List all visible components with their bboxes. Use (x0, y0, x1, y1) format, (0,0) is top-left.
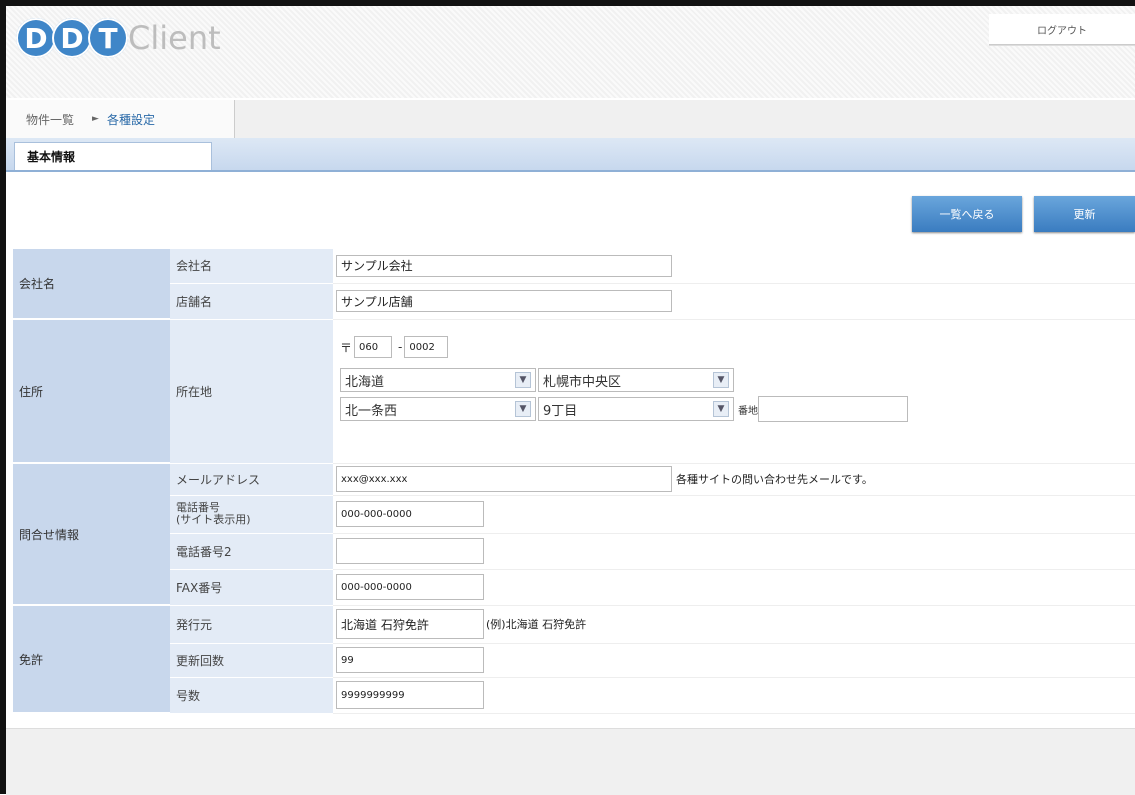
email-label: メールアドレス (170, 463, 333, 496)
issuer-cell: 北海道 石狩免許 (例)北海道 石狩免許 (333, 605, 1135, 644)
postal-code-2-input[interactable]: 0002 (404, 336, 449, 358)
fax-cell: 000-000-0000 (333, 569, 1135, 606)
tab-basic-info[interactable]: 基本情報 (14, 142, 212, 170)
section-contact-label: 問合せ情報 (13, 463, 170, 606)
pref-city-row: 北海道 ▼ 札幌市中央区 ▼ (340, 368, 1135, 392)
store-name-label: 店舗名 (170, 283, 333, 320)
issuer-label: 発行元 (170, 605, 333, 644)
phone-site-label: 電話番号 (サイト表示用) (170, 495, 333, 534)
section-address-label: 住所 (13, 319, 170, 464)
logo-letter-d2: D (52, 18, 92, 58)
company-name-input[interactable]: サンプル会社 (336, 254, 672, 277)
company-name-cell: サンプル会社 (333, 249, 1135, 284)
company-name-label: 会社名 (170, 249, 333, 284)
renewal-count-cell: 99 (333, 643, 1135, 678)
phone-site-input[interactable]: 000-000-0000 (336, 501, 484, 527)
town-value: 北一条西 (345, 403, 398, 419)
town-row: 北一条西 ▼ 9丁目 ▼ 番地 (340, 396, 1135, 422)
phone2-label: 電話番号2 (170, 533, 333, 570)
email-input[interactable]: xxx@xxx.xxx (336, 466, 672, 492)
phone2-cell (333, 533, 1135, 570)
breadcrumb-property-list[interactable]: 物件一覧 (26, 111, 74, 128)
prefecture-select[interactable]: 北海道 ▼ (340, 368, 536, 392)
license-number-label: 号数 (170, 677, 333, 714)
update-button[interactable]: 更新 (1034, 196, 1135, 232)
issuer-input[interactable]: 北海道 石狩免許 (336, 609, 484, 639)
logo-letter-t: T (88, 18, 128, 58)
postal-separator: - (398, 340, 403, 354)
footer (6, 728, 1135, 795)
breadcrumb-settings[interactable]: 各種設定 (107, 111, 155, 128)
store-name-cell: サンプル店舗 (333, 283, 1135, 320)
banchi-label: 番地 (738, 405, 758, 417)
breadcrumb: 物件一覧 ► 各種設定 (6, 100, 235, 138)
logout-button[interactable]: ログアウト (989, 14, 1135, 45)
breadcrumb-arrow-icon: ► (92, 114, 99, 124)
app-logo[interactable]: D D T Client (16, 18, 221, 58)
tab-bar: 基本情報 (6, 138, 1135, 172)
location-label: 所在地 (170, 319, 333, 464)
phone-site-label-line2: (サイト表示用) (176, 513, 251, 526)
settings-form: 会社名 会社名 サンプル会社 店舗名 サンプル店舗 住所 所在地 〒 060 -… (13, 249, 1135, 714)
chome-value: 9丁目 (543, 403, 578, 419)
chevron-down-icon: ▼ (713, 401, 729, 417)
app-header: D D T Client ログアウト (6, 6, 1135, 98)
store-name-input[interactable]: サンプル店舗 (336, 290, 672, 312)
postal-code-1-input[interactable]: 060 (354, 336, 393, 358)
email-cell: xxx@xxx.xxx 各種サイトの問い合わせ先メールです。 (333, 463, 1135, 496)
fax-input[interactable]: 000-000-0000 (336, 574, 484, 600)
back-to-list-button[interactable]: 一覧へ戻る (912, 196, 1022, 232)
chevron-down-icon: ▼ (713, 372, 729, 388)
section-license-label: 免許 (13, 605, 170, 714)
logo-client-text: Client (128, 19, 221, 57)
renewal-count-input[interactable]: 99 (336, 647, 484, 673)
chome-select[interactable]: 9丁目 ▼ (538, 397, 734, 421)
issuer-example-note: (例)北海道 石狩免許 (486, 618, 587, 631)
phone2-input[interactable] (336, 538, 484, 564)
prefecture-value: 北海道 (345, 374, 385, 390)
chevron-down-icon: ▼ (515, 372, 531, 388)
license-number-cell: 9999999999 (333, 677, 1135, 714)
town-select[interactable]: 北一条西 ▼ (340, 397, 536, 421)
postal-mark: 〒 (340, 340, 353, 355)
renewal-count-label: 更新回数 (170, 643, 333, 678)
license-number-input[interactable]: 9999999999 (336, 681, 484, 709)
breadcrumb-bar: 物件一覧 ► 各種設定 (6, 100, 1135, 139)
section-company-label: 会社名 (13, 249, 170, 320)
logo-letter-d1: D (16, 18, 56, 58)
chevron-down-icon: ▼ (515, 401, 531, 417)
email-note: 各種サイトの問い合わせ先メールです。 (676, 473, 873, 486)
banchi-input[interactable] (758, 396, 908, 422)
city-value: 札幌市中央区 (543, 374, 622, 390)
address-cell: 〒 060 - 0002 北海道 ▼ 札幌市中央区 ▼ 北一条西 ▼ 9丁目 ▼ 番地 (333, 319, 1135, 464)
phone-site-cell: 000-000-0000 (333, 495, 1135, 534)
city-select[interactable]: 札幌市中央区 ▼ (538, 368, 734, 392)
postal-row: 〒 060 - 0002 (340, 336, 1135, 358)
fax-label: FAX番号 (170, 569, 333, 606)
